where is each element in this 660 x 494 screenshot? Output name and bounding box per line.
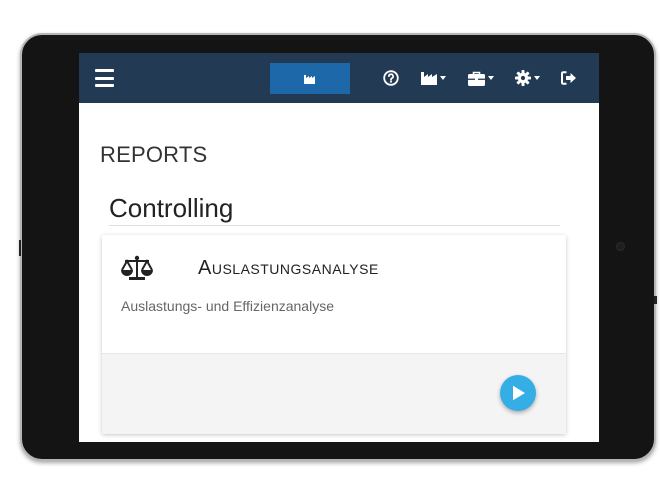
tablet-side-button: [19, 240, 21, 256]
report-group-title: Controlling: [109, 193, 234, 223]
page-title: REPORTS: [100, 142, 208, 167]
factory-dropdown[interactable]: [421, 68, 446, 88]
help-icon: [383, 70, 399, 86]
play-icon: [513, 385, 525, 401]
navbar: [79, 53, 599, 103]
home-button[interactable]: [270, 63, 350, 94]
chevron-down-icon: [440, 76, 446, 80]
briefcase-icon: [468, 71, 485, 86]
settings-dropdown[interactable]: [515, 68, 540, 88]
divider: [109, 225, 560, 226]
help-button[interactable]: [383, 68, 399, 88]
factory-icon: [421, 72, 437, 85]
tablet-side-button: [654, 296, 657, 304]
gear-icon: [515, 70, 531, 86]
report-description: Auslastungs- und Effizienzanalyse: [121, 298, 334, 314]
card-footer: [102, 353, 566, 434]
chevron-down-icon: [488, 76, 494, 80]
briefcase-dropdown[interactable]: [468, 68, 494, 88]
report-card: Auslastungsanalyse Auslastungs- und Effi…: [102, 235, 566, 434]
sign-out-icon: [561, 71, 576, 85]
factory-icon: [304, 75, 315, 84]
run-report-button[interactable]: [500, 375, 536, 411]
balance-scale-icon: [121, 255, 153, 280]
logout-button[interactable]: [561, 68, 577, 88]
menu-icon[interactable]: [95, 69, 114, 87]
tablet-camera: [616, 242, 625, 251]
report-title: Auslastungsanalyse: [198, 257, 379, 279]
chevron-down-icon: [534, 76, 540, 80]
app-screen: REPORTS Controlling Auslastungsanalyse A…: [79, 53, 599, 442]
